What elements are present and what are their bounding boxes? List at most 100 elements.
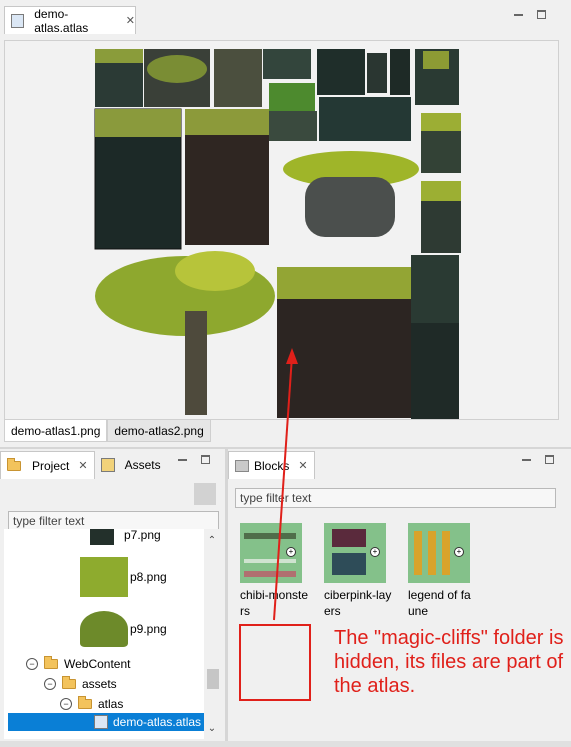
image-tab-1[interactable]: demo-atlas1.png [4, 420, 108, 442]
close-icon[interactable]: ✕ [298, 459, 307, 472]
chevron-up-icon[interactable]: ⌃ [204, 535, 220, 549]
atlas-editor: demo-atlas.atlas ✕ demo-atlas1.png demo-… [0, 0, 571, 447]
tab-assets[interactable]: Assets [95, 451, 167, 479]
block-legend-of-faune[interactable]: + legend of fa une [408, 523, 478, 619]
tree-item-p8[interactable]: p8.png [80, 555, 167, 599]
sprite-frame [95, 109, 181, 137]
folder-icon [44, 656, 58, 669]
image-tab-2[interactable]: demo-atlas2.png [107, 420, 211, 442]
tree-scrollbar[interactable]: ⌃ ⌄ [204, 529, 220, 739]
tab-assets-label: Assets [124, 458, 161, 472]
status-strip [0, 741, 571, 747]
atlas-texture-preview [94, 49, 461, 419]
blocks-filter-input[interactable] [235, 488, 556, 508]
maximize-icon[interactable] [201, 455, 210, 464]
editor-tab-demo-atlas[interactable]: demo-atlas.atlas ✕ [4, 6, 136, 35]
tree-item-webcontent[interactable]: − WebContent [26, 655, 131, 673]
tree-item-label: p8.png [130, 570, 167, 584]
project-folder-icon [7, 457, 21, 471]
sprite-frame [317, 49, 365, 95]
sprite-frame [411, 255, 459, 325]
add-icon[interactable]: + [370, 547, 380, 557]
project-tree[interactable]: p7.png p8.png p9.png − WebContent − asse… [4, 529, 220, 739]
image-thumbnail [80, 611, 128, 647]
sprite-frame [95, 49, 143, 63]
folder-icon [62, 676, 76, 689]
minimize-icon[interactable] [178, 459, 187, 462]
project-panel: Project ✕ Assets p7.png p8.png p9.png − [0, 449, 225, 747]
minimize-icon[interactable] [514, 14, 523, 17]
maximize-icon[interactable] [545, 455, 554, 464]
toolbar-placeholder [194, 483, 216, 505]
tree-item-p7[interactable]: p7.png [90, 529, 161, 545]
project-panel-tabs: Project ✕ Assets [0, 449, 167, 479]
add-icon[interactable]: + [454, 547, 464, 557]
annotation-box [239, 624, 311, 701]
image-thumbnail [90, 529, 114, 545]
block-label: ciberpink-layers [324, 588, 392, 618]
tab-project[interactable]: Project ✕ [0, 451, 95, 479]
sprite-frame [214, 49, 262, 107]
sprite-row [244, 571, 296, 577]
sprite-frame [367, 53, 387, 93]
tree-item-p9[interactable]: p9.png [80, 609, 167, 649]
tree-item-label: demo-atlas.atlas [113, 715, 202, 729]
sprite-tile [414, 531, 454, 575]
image-thumbnail [80, 557, 128, 597]
chevron-down-icon[interactable]: ⌄ [204, 723, 220, 737]
tree-item-demo-atlas[interactable]: demo-atlas.atlas [8, 713, 204, 731]
tab-blocks[interactable]: Blocks ✕ [228, 451, 315, 479]
sprite-frame [263, 49, 311, 79]
tree-item-label: p7.png [124, 529, 161, 542]
tab-blocks-label: Blocks [254, 458, 290, 473]
sprite-frame [185, 109, 269, 135]
block-chibi-monsters[interactable]: + chibi-monsters [240, 523, 310, 619]
assets-icon [100, 458, 115, 472]
sprite-frame [390, 49, 410, 95]
sprite-tile [332, 553, 366, 575]
sprite-frame [269, 111, 317, 141]
atlas-canvas[interactable] [4, 40, 559, 420]
atlas-image-tabs: demo-atlas1.png demo-atlas2.png [4, 420, 211, 442]
sprite-frame [305, 177, 395, 237]
blocks-icon [235, 459, 249, 472]
editor-tab-bar: demo-atlas.atlas ✕ [0, 0, 571, 35]
block-ciberpink-layers[interactable]: + ciberpink-layers [324, 523, 394, 619]
close-icon[interactable]: ✕ [78, 459, 87, 472]
editor-tab-title: demo-atlas.atlas [34, 6, 89, 35]
blocks-panel-controls [522, 455, 554, 464]
block-label: legend of fa une [408, 588, 471, 618]
block-thumbnail: + [324, 523, 386, 583]
sprite-frame [175, 251, 255, 291]
sprite-frame [319, 97, 411, 141]
collapse-icon[interactable]: − [26, 658, 38, 670]
scrollbar-thumb[interactable] [207, 669, 219, 689]
editor-window-controls [514, 10, 546, 19]
collapse-icon[interactable]: − [60, 698, 72, 710]
add-icon[interactable]: + [286, 547, 296, 557]
atlas-file-icon [94, 715, 108, 729]
project-panel-controls [178, 455, 210, 464]
sprite-frame [423, 51, 449, 69]
block-thumbnail: + [408, 523, 470, 583]
close-icon[interactable]: ✕ [126, 14, 135, 27]
sprite-row [244, 559, 296, 563]
sprite-frame [185, 311, 207, 415]
tree-item-assets[interactable]: − assets [44, 675, 117, 693]
project-filter-input[interactable] [8, 511, 219, 531]
collapse-icon[interactable]: − [44, 678, 56, 690]
tree-item-atlas[interactable]: − atlas [60, 695, 123, 713]
sprite-frame [411, 323, 459, 419]
tab-project-label: Project [32, 458, 70, 473]
blocks-panel-tabs: Blocks ✕ [228, 449, 315, 479]
block-thumbnail: + [240, 523, 302, 583]
sprite-tile [332, 529, 366, 547]
atlas-file-icon [11, 13, 25, 28]
minimize-icon[interactable] [522, 459, 531, 462]
sprite-frame [269, 83, 315, 111]
block-label: chibi-monsters [240, 588, 309, 618]
tree-item-label: WebContent [64, 657, 131, 671]
annotation-text: The "magic-cliffs" folder is hidden, its… [334, 627, 564, 697]
maximize-icon[interactable] [537, 10, 546, 19]
sprite-frame [277, 267, 417, 299]
